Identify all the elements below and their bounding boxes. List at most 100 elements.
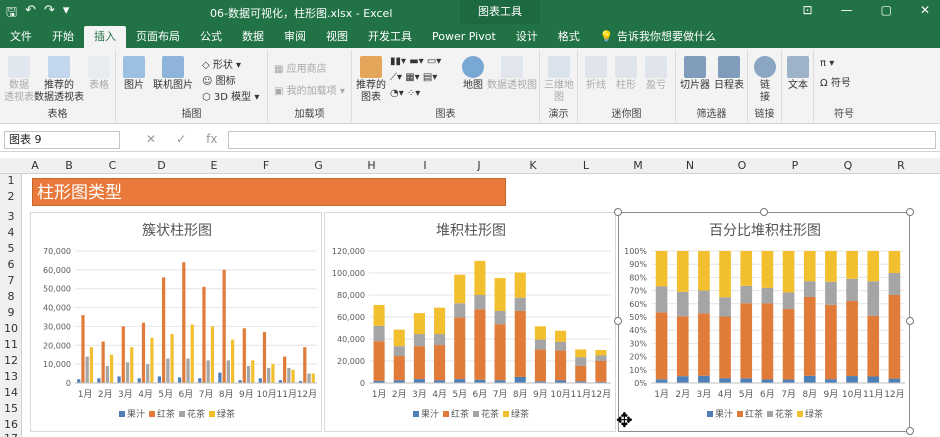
bar-花茶-6月[interactable] xyxy=(474,295,486,310)
tab-power-pivot[interactable]: Power Pivot xyxy=(422,26,506,48)
bar-绿茶-2月[interactable] xyxy=(109,354,114,383)
bar-果汁-5月[interactable] xyxy=(740,378,753,383)
bar-绿茶-7月[interactable] xyxy=(494,277,506,311)
bar-花茶-5月[interactable] xyxy=(166,358,170,383)
bar-红茶-3月[interactable] xyxy=(698,313,710,376)
bar-红茶-9月[interactable] xyxy=(825,304,837,380)
bar-红茶-4月[interactable] xyxy=(141,322,146,383)
pivot-chart-button[interactable]: 数据透视图 xyxy=(486,56,538,92)
bar-花茶-3月[interactable] xyxy=(413,334,425,347)
row-header-7[interactable]: 7 xyxy=(0,274,22,287)
bar-红茶-1月[interactable] xyxy=(655,312,668,380)
bar-红茶-8月[interactable] xyxy=(803,296,816,376)
bar-绿茶-3月[interactable] xyxy=(698,251,710,291)
bar-花茶-4月[interactable] xyxy=(434,334,446,346)
stacked-column-chart[interactable]: 堆积柱形图 0 20,000 40,000 60,000 80,000 100,000 120… xyxy=(324,212,616,432)
bar-红茶-5月[interactable] xyxy=(162,277,166,383)
bar-花茶-5月[interactable] xyxy=(454,303,466,318)
bar-果汁-1月[interactable] xyxy=(77,379,81,383)
tab-format[interactable]: 格式 xyxy=(548,26,590,48)
bar-红茶-6月[interactable] xyxy=(182,262,186,383)
column-header-F[interactable]: F xyxy=(240,159,292,172)
sparkline-line-button[interactable]: 折线 xyxy=(582,56,610,92)
bar-绿茶-5月[interactable] xyxy=(740,251,753,286)
clustered-column-chart[interactable]: 簇状柱形图 0 10,000 20,000 30,000 40,000 50,000 60,0… xyxy=(30,212,322,432)
tab-insert[interactable]: 插入 xyxy=(84,26,126,48)
bar-花茶-8月[interactable] xyxy=(226,360,230,383)
bar-果汁-9月[interactable] xyxy=(825,379,837,383)
row-header-9[interactable]: 9 xyxy=(0,306,22,319)
bar-红茶-11月[interactable] xyxy=(575,365,587,382)
column-header-A[interactable]: A xyxy=(22,159,48,172)
bar-绿茶-2月[interactable] xyxy=(393,329,405,347)
bar-果汁-11月[interactable] xyxy=(867,376,880,383)
resize-handle-left[interactable] xyxy=(614,317,622,325)
column-header-J[interactable]: J xyxy=(452,159,506,172)
row-header-15[interactable]: 15 xyxy=(0,402,22,415)
column-header-G[interactable]: G xyxy=(292,159,345,172)
bar-绿茶-6月[interactable] xyxy=(474,260,486,295)
tab-formulas[interactable]: 公式 xyxy=(190,26,232,48)
bar-红茶-8月[interactable] xyxy=(222,269,226,383)
bar-花茶-4月[interactable] xyxy=(719,297,731,317)
bar-绿茶-2月[interactable] xyxy=(676,251,689,292)
bar-果汁-5月[interactable] xyxy=(157,376,162,383)
bar-花茶-10月[interactable] xyxy=(555,341,567,351)
timeline-button[interactable]: 日程表 xyxy=(712,56,746,92)
row-header-2[interactable]: 2 xyxy=(0,190,22,203)
bar-绿茶-4月[interactable] xyxy=(150,337,154,383)
bar-绿茶-3月[interactable] xyxy=(413,313,425,335)
bar-红茶-2月[interactable] xyxy=(393,356,405,381)
pie-chart-button[interactable]: ◔▾ ⁘▾ xyxy=(390,88,420,99)
my-addins-button[interactable]: ▣ 我的加载项 ▾ xyxy=(274,82,345,97)
bar-绿茶-10月[interactable] xyxy=(271,364,275,383)
bar-花茶-7月[interactable] xyxy=(494,310,506,325)
row-header-4[interactable]: 4 xyxy=(0,226,22,239)
bar-红茶-12月[interactable] xyxy=(888,295,901,379)
bar-果汁-2月[interactable] xyxy=(97,378,101,383)
restore-button[interactable]: ▢ xyxy=(881,3,892,17)
bar-绿茶-1月[interactable] xyxy=(373,304,385,326)
bar-花茶-11月[interactable] xyxy=(867,281,880,316)
bar-红茶-2月[interactable] xyxy=(676,316,689,377)
bar-红茶-7月[interactable] xyxy=(782,309,795,380)
bar-花茶-2月[interactable] xyxy=(105,366,109,383)
bar-果汁-12月[interactable] xyxy=(888,378,901,383)
link-button[interactable]: 链 接 xyxy=(752,56,778,104)
tab-file[interactable]: 文件 xyxy=(0,26,42,48)
bar-花茶-6月[interactable] xyxy=(186,358,190,383)
bar-红茶-10月[interactable] xyxy=(555,350,567,381)
bar-红茶-10月[interactable] xyxy=(846,301,858,377)
column-header-H[interactable]: H xyxy=(345,159,398,172)
bar-红茶-4月[interactable] xyxy=(719,316,731,379)
bar-果汁-5月[interactable] xyxy=(454,379,466,383)
bar-红茶-12月[interactable] xyxy=(303,347,307,383)
bar-红茶-1月[interactable] xyxy=(81,315,85,383)
enter-icon[interactable]: ✓ xyxy=(176,132,186,146)
bar-红茶-10月[interactable] xyxy=(262,332,267,383)
row-header-13[interactable]: 13 xyxy=(0,370,22,383)
store-button[interactable]: ▦ 应用商店 xyxy=(274,60,327,75)
bar-绿茶-1月[interactable] xyxy=(89,347,94,383)
bar-花茶-6月[interactable] xyxy=(761,287,774,304)
bar-红茶-8月[interactable] xyxy=(514,310,526,377)
line-chart-button[interactable]: ⟋▾ ▦▾ ▤▾ xyxy=(390,72,437,83)
tab-review[interactable]: 审阅 xyxy=(274,26,316,48)
bar-绿茶-5月[interactable] xyxy=(170,333,174,383)
resize-handle-top[interactable] xyxy=(760,208,768,216)
tab-page-layout[interactable]: 页面布局 xyxy=(126,26,190,48)
bar-果汁-1月[interactable] xyxy=(655,379,668,383)
resize-handle-bottom-right[interactable] xyxy=(906,427,914,435)
tab-data[interactable]: 数据 xyxy=(232,26,274,48)
cancel-icon[interactable]: ✕ xyxy=(146,132,156,146)
name-box[interactable]: 图表 9 xyxy=(4,131,120,149)
column-header-K[interactable]: K xyxy=(506,159,560,172)
bar-果汁-10月[interactable] xyxy=(846,376,858,383)
column-header-L[interactable]: L xyxy=(560,159,612,172)
recommended-pivot-button[interactable]: 推荐的 数据透视表 xyxy=(34,56,84,104)
column-header-N[interactable]: N xyxy=(664,159,716,172)
bar-绿茶-12月[interactable] xyxy=(888,251,901,273)
equation-button[interactable]: π ▾ xyxy=(820,58,834,69)
column-header-O[interactable]: O xyxy=(716,159,768,172)
bar-绿茶-9月[interactable] xyxy=(825,251,837,282)
